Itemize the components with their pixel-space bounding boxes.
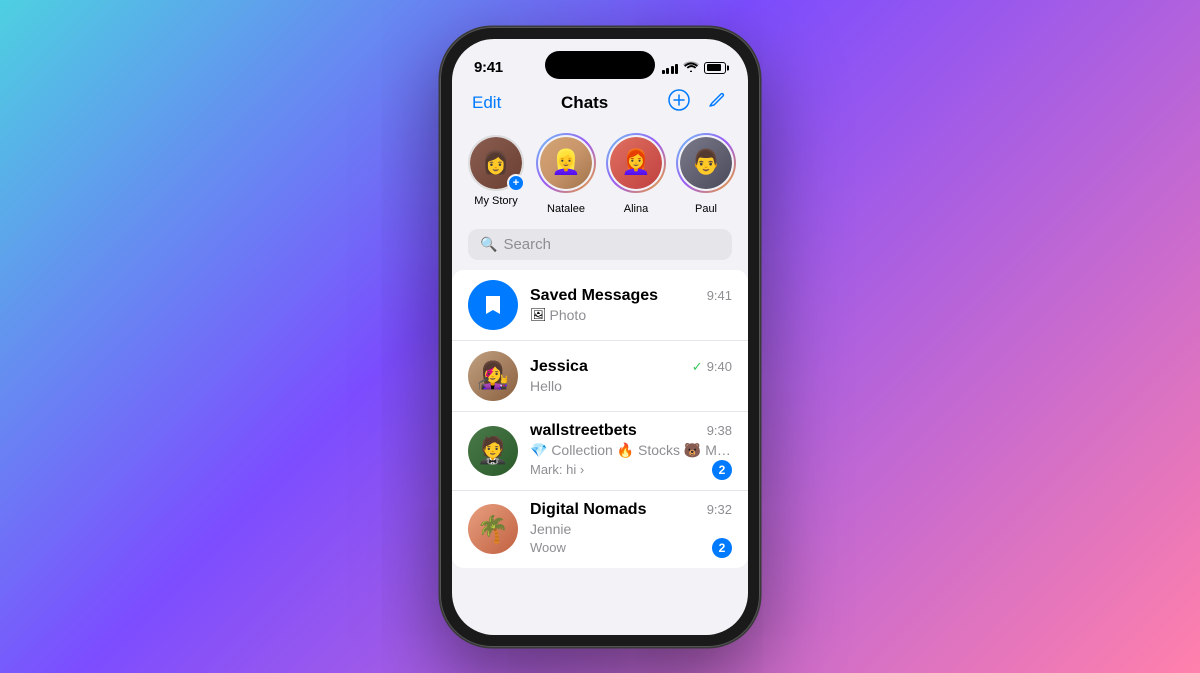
wsb-name: wallstreetbets xyxy=(530,422,637,440)
saved-messages-content: Saved Messages 9:41 🖼 Photo xyxy=(530,287,732,323)
chat-item-digital-nomads[interactable]: 🌴 Digital Nomads 9:32 Jennie Woow 2 xyxy=(452,491,748,568)
compose-icon[interactable] xyxy=(706,89,728,117)
status-icons xyxy=(662,60,727,75)
phone-screen: 9:41 xyxy=(452,39,748,635)
jessica-content: Jessica ✓ 9:40 Hello xyxy=(530,358,732,394)
nomads-name: Digital Nomads xyxy=(530,501,646,519)
nomads-avatar: 🌴 xyxy=(468,504,518,554)
saved-messages-name: Saved Messages xyxy=(530,287,658,305)
jessica-avatar: 👩‍🎤 xyxy=(468,351,518,401)
phone-mockup: 9:41 xyxy=(440,27,760,647)
stories-row: 👩 + My Story 👱‍♀️ xyxy=(452,127,748,229)
status-time: 9:41 xyxy=(474,59,503,76)
wsb-unread-badge: 2 xyxy=(712,460,732,480)
story-item-alina[interactable]: 👩‍🦰 Alina xyxy=(608,135,664,215)
story-item-natalee[interactable]: 👱‍♀️ Natalee xyxy=(538,135,594,215)
story-natalee-label: Natalee xyxy=(547,203,585,215)
story-item-paul[interactable]: 👨 Paul xyxy=(678,135,734,215)
nomads-unread-badge: 2 xyxy=(712,538,732,558)
wsb-avatar: 🤵 xyxy=(468,426,518,476)
edit-button[interactable]: Edit xyxy=(472,93,501,113)
page-title: Chats xyxy=(561,93,608,113)
story-add-badge: + xyxy=(507,174,525,192)
jessica-time: 9:40 xyxy=(707,359,732,374)
signal-bars-icon xyxy=(662,62,679,74)
wsb-subtext: Mark: hi › xyxy=(530,462,584,477)
search-bar[interactable]: 🔍 Search xyxy=(468,229,732,260)
search-placeholder: Search xyxy=(503,236,551,253)
nav-bar: Edit Chats xyxy=(452,89,748,127)
jessica-preview: Hello xyxy=(530,378,562,394)
chat-item-jessica[interactable]: 👩‍🎤 Jessica ✓ 9:40 Hello xyxy=(452,341,748,412)
new-group-icon[interactable] xyxy=(668,89,690,117)
story-my-story-label: My Story xyxy=(474,195,517,207)
nav-actions xyxy=(668,89,728,117)
wsb-time: 9:38 xyxy=(707,423,732,438)
wsb-content: wallstreetbets 9:38 💎 Collection 🔥 Stock… xyxy=(530,422,732,480)
nomads-time: 9:32 xyxy=(707,502,732,517)
chat-item-saved-messages[interactable]: Saved Messages 9:41 🖼 Photo xyxy=(452,270,748,341)
chat-item-wallstreetbets[interactable]: 🤵 wallstreetbets 9:38 💎 Collection 🔥 Sto… xyxy=(452,412,748,491)
nomads-preview: Jennie xyxy=(530,521,571,537)
saved-messages-time: 9:41 xyxy=(707,288,732,303)
checkmark-icon: ✓ xyxy=(692,359,703,375)
chat-list: Saved Messages 9:41 🖼 Photo 👩‍🎤 Jessi xyxy=(452,270,748,568)
jessica-name: Jessica xyxy=(530,358,588,376)
battery-icon xyxy=(704,62,726,74)
saved-messages-preview: Photo xyxy=(550,307,587,323)
nomads-content: Digital Nomads 9:32 Jennie Woow 2 xyxy=(530,501,732,558)
search-icon: 🔍 xyxy=(480,236,497,253)
story-alina-label: Alina xyxy=(624,203,648,215)
story-item-my-story[interactable]: 👩 + My Story xyxy=(468,135,524,215)
nomads-subtext: Woow xyxy=(530,540,566,555)
story-paul-label: Paul xyxy=(695,203,717,215)
saved-messages-avatar xyxy=(468,280,518,330)
dynamic-island xyxy=(545,51,655,79)
wsb-preview: 💎 Collection 🔥 Stocks 🐻 Memes... xyxy=(530,442,732,459)
wifi-icon xyxy=(683,60,699,75)
